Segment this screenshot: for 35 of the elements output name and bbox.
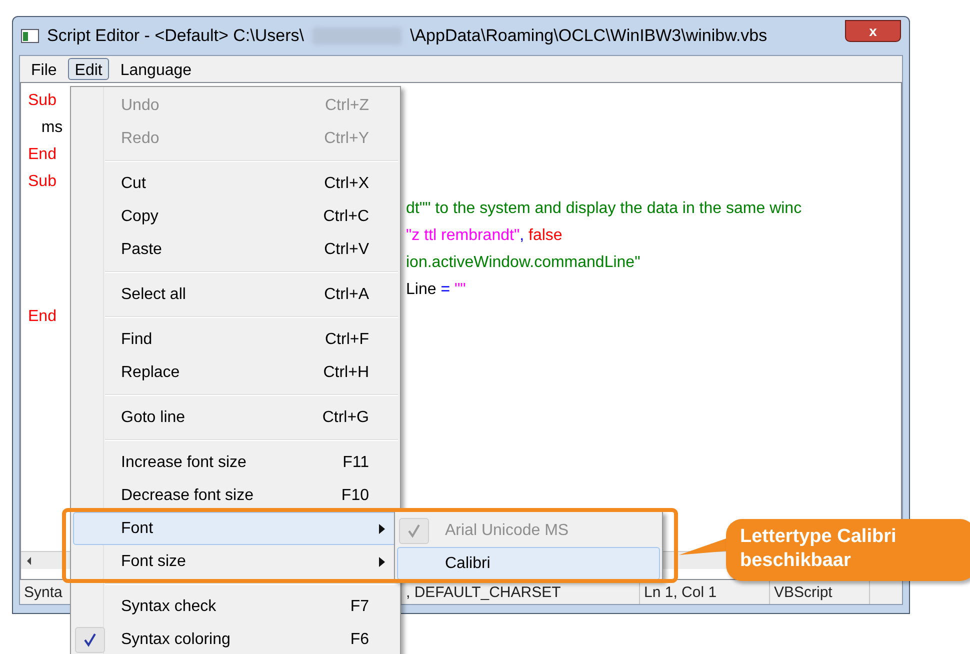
menu-item[interactable]: Increase font size F11 (73, 446, 398, 479)
status-text: Synta (24, 584, 62, 600)
menu-item[interactable]: Paste Ctrl+V (73, 233, 398, 266)
code-text: Sub (28, 173, 56, 190)
window-title: \AppData\Roaming\OCLC\WinIBW3\winibw.vbs (410, 25, 768, 48)
menu-item[interactable]: Syntax check F7 (73, 590, 398, 623)
menu-item[interactable]: Cut Ctrl+X (73, 167, 398, 200)
status-text: VBScript (774, 584, 832, 600)
menu-item[interactable]: Goto line Ctrl+G (73, 401, 398, 434)
menu-item[interactable]: Font size (73, 545, 398, 578)
menu-item[interactable]: Syntax coloring F6 (73, 623, 398, 654)
code-text: End (28, 146, 56, 163)
menu-bar-item[interactable]: File (24, 58, 64, 80)
status-text: Ln 1, Col 1 (644, 584, 717, 600)
app-icon (21, 29, 39, 43)
code-text: "z ttl rembrandt", false (406, 226, 562, 246)
menu-item[interactable]: Calibri (397, 547, 660, 580)
menu-item[interactable]: Replace Ctrl+H (73, 356, 398, 389)
code-text: ms (40, 119, 63, 136)
callout-text: beschikbaar (740, 549, 852, 573)
menu-bar-item[interactable]: Language (113, 58, 199, 80)
code-text: End (28, 308, 56, 325)
menu-item[interactable]: Copy Ctrl+C (73, 200, 398, 233)
menu-item[interactable]: Decrease font size F10 (73, 479, 398, 512)
window-title: Script Editor - <Default> C:\Users\ (47, 25, 304, 48)
close-button[interactable]: x (845, 20, 901, 42)
code-text: Sub (28, 92, 56, 109)
status-text: , DEFAULT_CHARSET (406, 584, 561, 600)
code-text: ion.activeWindow.commandLine" (406, 253, 640, 273)
code-text: dt"" to the system and display the data in the same winc (406, 199, 802, 219)
code-text: Line = "" (406, 280, 466, 300)
menu-bar-item[interactable]: Edit (68, 58, 110, 80)
callout-text: Lettertype Calibri (740, 525, 898, 549)
menu-item[interactable]: Select all Ctrl+A (73, 278, 398, 311)
menu-item[interactable]: Find Ctrl+F (73, 323, 398, 356)
